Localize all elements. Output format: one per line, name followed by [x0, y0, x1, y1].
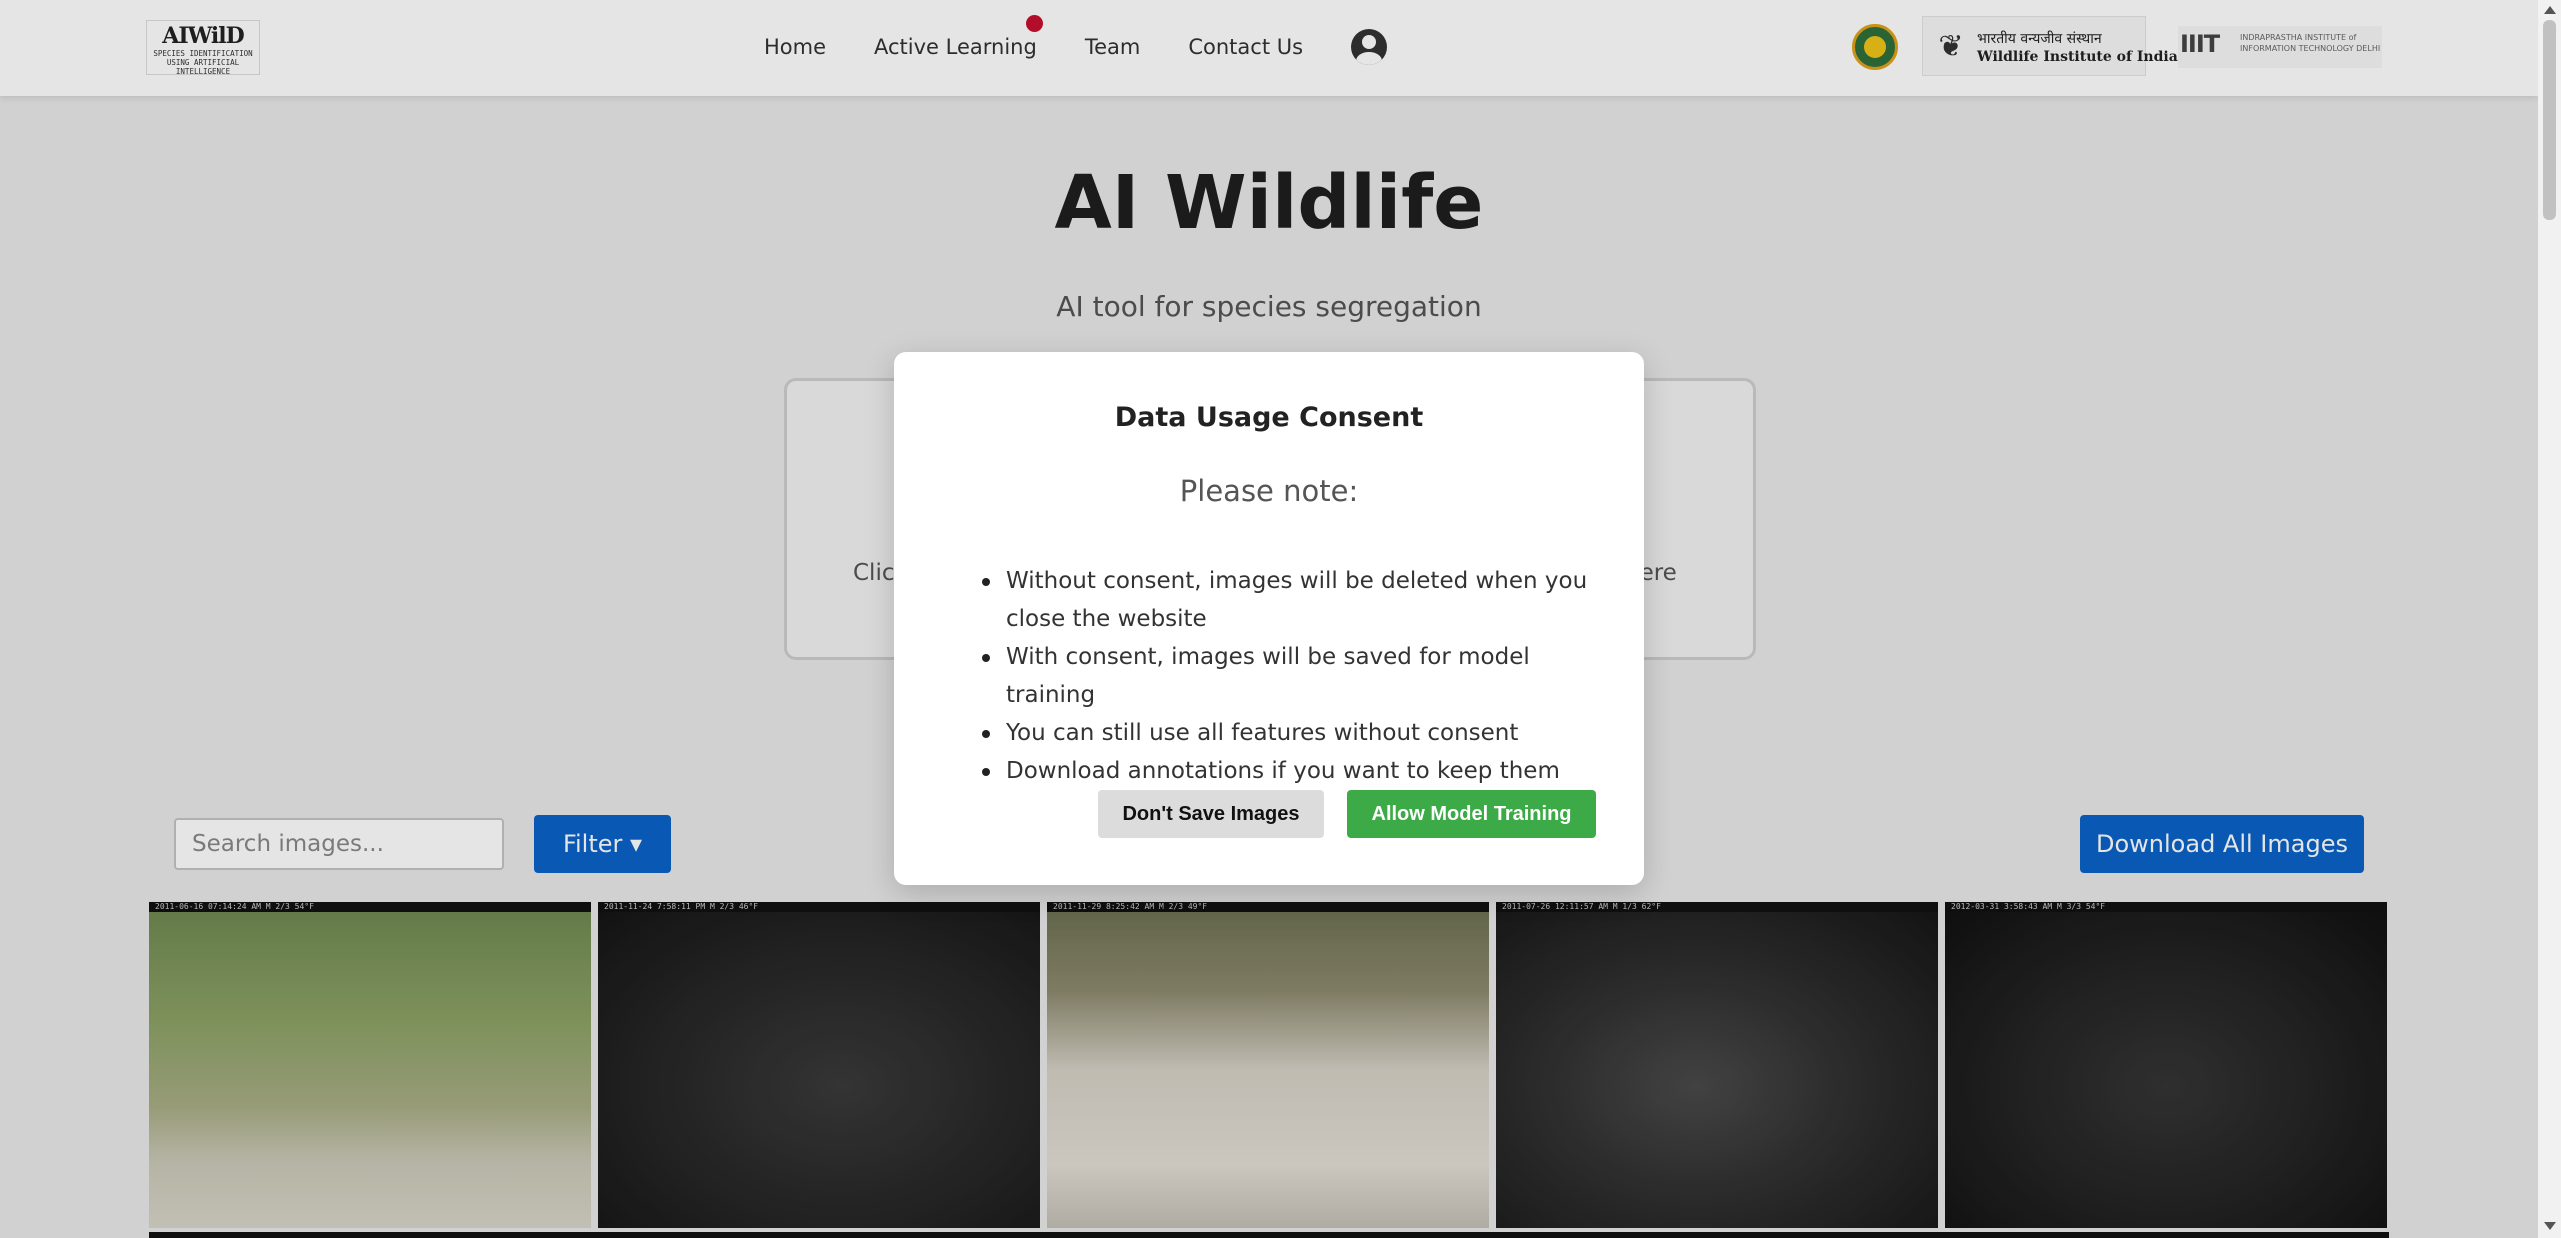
scrollbar-thumb[interactable] — [2543, 20, 2556, 220]
consent-point: Download annotations if you want to keep… — [976, 752, 1596, 790]
consent-modal: Data Usage Consent Please note: Without … — [894, 352, 1644, 885]
dont-save-images-button[interactable]: Don't Save Images — [1098, 790, 1324, 838]
allow-model-training-button[interactable]: Allow Model Training — [1347, 790, 1596, 838]
modal-note: Please note: — [1179, 474, 1359, 508]
page-scrollbar[interactable] — [2538, 0, 2561, 1238]
consent-point: With consent, images will be saved for m… — [976, 638, 1596, 714]
scroll-up-arrow-icon[interactable] — [2544, 6, 2556, 14]
consent-points: Without consent, images will be deleted … — [976, 562, 1596, 790]
scroll-down-arrow-icon[interactable] — [2544, 1222, 2556, 1230]
modal-title: Data Usage Consent — [1114, 402, 1424, 433]
consent-point: You can still use all features without c… — [976, 714, 1596, 752]
consent-point: Without consent, images will be deleted … — [976, 562, 1596, 638]
